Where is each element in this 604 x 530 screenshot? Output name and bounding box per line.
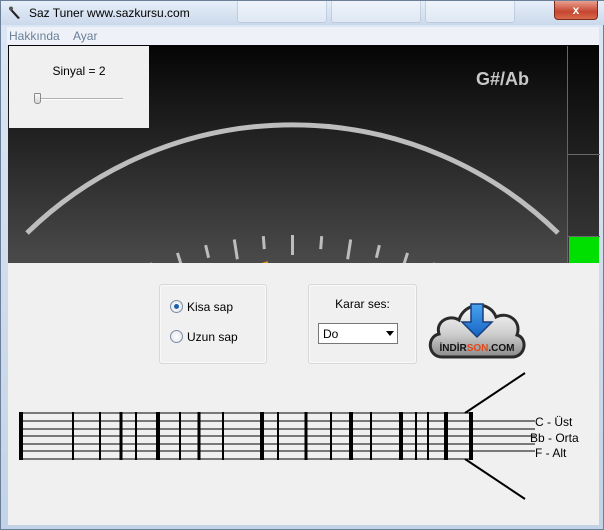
headstock-edge-top bbox=[464, 372, 526, 414]
sap-group: Kisa sap Uzun sap bbox=[159, 284, 267, 364]
radio-label-uzun[interactable]: Uzun sap bbox=[187, 330, 238, 344]
radio-label-kisa[interactable]: Kisa sap bbox=[187, 300, 233, 314]
karar-label: Karar ses: bbox=[335, 297, 390, 311]
logo-text-prefix: İNDİR bbox=[439, 341, 467, 354]
level-fill bbox=[569, 237, 599, 263]
logo-text-highlight: SON bbox=[467, 343, 489, 354]
svg-text:İNDİRSON.COM: İNDİRSON.COM bbox=[439, 341, 514, 354]
tuner-gauge: -50-40-30-20-100+10+20+30+40+50 Sinyal =… bbox=[8, 45, 600, 263]
saz-fretboard bbox=[19, 372, 535, 500]
karar-group: Karar ses: Do bbox=[308, 284, 417, 364]
signal-slider-thumb[interactable] bbox=[34, 93, 41, 104]
signal-slider-track[interactable] bbox=[35, 98, 123, 100]
main-panel: -50-40-30-20-100+10+20+30+40+50 Sinyal =… bbox=[8, 45, 600, 525]
app-icon bbox=[9, 6, 20, 19]
window-title: Saz Tuner www.sazkursu.com bbox=[29, 6, 190, 20]
level-meter bbox=[567, 46, 600, 263]
scale-tick bbox=[319, 236, 324, 250]
background-tab bbox=[425, 1, 515, 23]
scale-tick bbox=[261, 236, 266, 250]
karar-select[interactable]: Do bbox=[318, 323, 398, 344]
background-tab bbox=[331, 1, 421, 23]
level-divider bbox=[568, 154, 600, 155]
download-cloud-logo[interactable]: İNDİRSON.COM bbox=[426, 285, 528, 367]
chevron-down-icon[interactable] bbox=[386, 331, 394, 336]
string-label-alt: F - Alt bbox=[535, 446, 567, 460]
logo-text-suffix: .COM bbox=[488, 343, 514, 354]
signal-panel: Sinyal = 2 bbox=[9, 46, 149, 128]
signal-label: Sinyal = 2 bbox=[52, 64, 106, 78]
string-label-orta: Bb - Orta bbox=[530, 431, 579, 445]
radio-button-kisa[interactable] bbox=[170, 300, 183, 313]
string-label-ust: C - Üst bbox=[535, 415, 573, 429]
close-button[interactable]: x bbox=[554, 1, 598, 20]
app-window: Saz Tuner www.sazkursu.com x Hakkında Ay… bbox=[0, 0, 604, 530]
title-bar[interactable]: Saz Tuner www.sazkursu.com x bbox=[1, 1, 604, 25]
note-label: G#/Ab bbox=[476, 69, 530, 89]
karar-select-value[interactable]: Do bbox=[323, 327, 338, 341]
menu-item-ayar[interactable]: Ayar bbox=[73, 29, 97, 43]
menu-bar: Hakkında Ayar bbox=[7, 27, 599, 45]
headstock-edge-bottom bbox=[464, 458, 526, 500]
close-icon: x bbox=[572, 3, 580, 17]
background-tab bbox=[237, 1, 327, 23]
menu-item-hakkinda[interactable]: Hakkında bbox=[9, 29, 60, 43]
radio-button-uzun[interactable] bbox=[170, 330, 183, 343]
